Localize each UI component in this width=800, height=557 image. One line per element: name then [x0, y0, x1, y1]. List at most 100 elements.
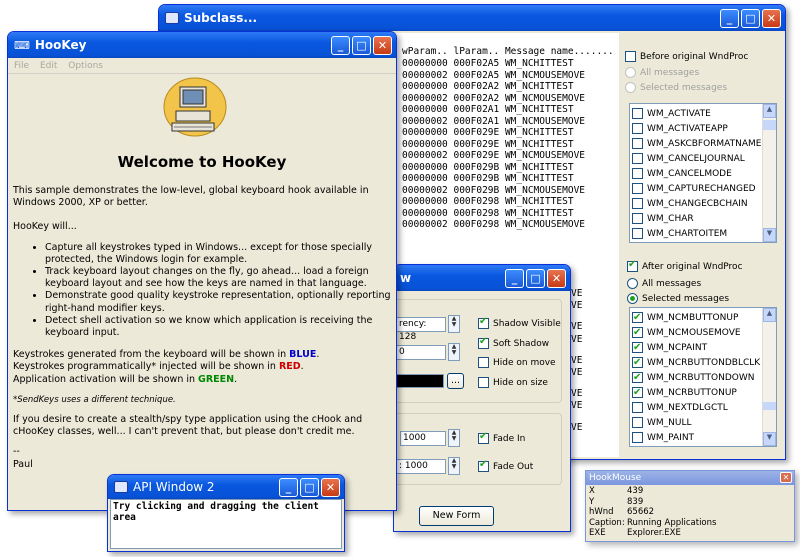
hide-on-move-checkbox[interactable] — [478, 357, 489, 368]
transparency-spinner[interactable]: ▲ ▼ — [448, 315, 460, 333]
blue-word: BLUE — [289, 349, 317, 361]
fade-in-checkbox[interactable] — [478, 431, 489, 444]
message-checkbox[interactable] — [632, 228, 643, 239]
message-list-item[interactable]: WM_NCRBUTTONUP — [630, 385, 776, 401]
scroll-up-arrow[interactable]: ▲ — [763, 104, 776, 118]
fade-out-field[interactable]: : 1000 — [396, 459, 446, 474]
color-swatch[interactable] — [396, 374, 444, 388]
message-checkbox[interactable] — [632, 340, 643, 355]
message-checkbox[interactable] — [632, 198, 643, 209]
message-checkbox[interactable] — [632, 370, 643, 385]
after-message-list[interactable]: WM_NCMBUTTONUP WM_NCMOUSEMOVE WM_NCPAINT WM… — [629, 307, 777, 447]
message-checkbox[interactable] — [632, 417, 643, 428]
log-row: 00000000 000F029B WM_NCHITTEST — [402, 173, 574, 184]
after-selected-radio[interactable] — [627, 292, 638, 304]
message-list-item[interactable]: WM_CHILDACTIVATE — [630, 242, 776, 243]
after-wndproc-checkbox[interactable] — [627, 259, 638, 272]
scroll-down-arrow[interactable]: ▼ — [763, 432, 776, 446]
minimize-button[interactable]: _ — [331, 35, 350, 55]
new-form-button[interactable]: New Form — [419, 506, 494, 526]
fade-out-spinner[interactable]: ▲ ▼ — [448, 457, 460, 475]
message-list-item[interactable]: WM_NCMOUSEMOVE — [630, 325, 776, 341]
message-list-item[interactable]: WM_PAINT — [630, 431, 776, 446]
close-button[interactable]: ✕ — [547, 268, 566, 288]
subclass-titlebar[interactable]: Subclass... _ □ ✕ — [159, 5, 785, 31]
message-list-item[interactable]: WM_CHAR — [630, 212, 776, 227]
message-list-item[interactable]: WM_ACTIVATEAPP — [630, 122, 776, 137]
after-wndproc-panel: After original WndProc All messages Sele… — [627, 259, 783, 306]
hide-on-size-label: Hide on size — [493, 378, 548, 388]
message-list-item[interactable]: WM_CHARTOITEM — [630, 227, 776, 242]
scroll-down-arrow[interactable]: ▼ — [763, 228, 776, 242]
message-list-item[interactable]: WM_ASKCBFORMATNAME — [630, 137, 776, 152]
maximize-button[interactable]: □ — [300, 477, 319, 497]
after-all-radio[interactable] — [627, 277, 638, 289]
message-list-item[interactable]: WM_CHANGECBCHAIN — [630, 197, 776, 212]
message-list-item[interactable]: WM_PAINTCLIPBOARD — [630, 446, 776, 447]
fade-in-field[interactable]: 1000 — [400, 431, 446, 446]
close-button[interactable]: ✕ — [762, 8, 781, 28]
second-spinner[interactable]: ▲ ▼ — [448, 343, 460, 361]
before-list-scrollbar[interactable]: ▲ ▼ — [762, 104, 776, 242]
message-label: WM_NEXTDLGCTL — [647, 403, 728, 413]
fade-out-checkbox[interactable] — [478, 459, 489, 472]
api-window-titlebar[interactable]: API Window 2 _ □ ✕ — [108, 475, 344, 499]
before-selected-radio[interactable] — [625, 81, 636, 93]
message-list-item[interactable]: WM_ACTIVATE — [630, 107, 776, 122]
message-list-item[interactable]: WM_NCPAINT — [630, 340, 776, 356]
message-list-item[interactable]: WM_NCMBUTTONUP — [630, 310, 776, 326]
maximize-button[interactable]: □ — [352, 35, 371, 55]
fade-in-spinner[interactable]: ▲ ▼ — [448, 429, 460, 447]
message-list-item[interactable]: WM_CANCELMODE — [630, 167, 776, 182]
message-list-item[interactable]: WM_NULL — [630, 416, 776, 431]
before-all-label: All messages — [640, 68, 700, 78]
message-checkbox[interactable] — [632, 310, 643, 325]
close-button[interactable]: ✕ — [321, 477, 340, 497]
message-list-item[interactable]: WM_CANCELJOURNAL — [630, 152, 776, 167]
message-checkbox[interactable] — [632, 138, 643, 149]
window-app-icon — [165, 12, 179, 24]
soft-shadow-label: Soft Shadow — [493, 339, 550, 349]
maximize-button[interactable]: □ — [526, 268, 545, 288]
close-button[interactable]: ✕ — [373, 35, 392, 55]
message-list-item[interactable]: WM_NCRBUTTONDOWN — [630, 370, 776, 386]
soft-shadow-checkbox[interactable] — [478, 336, 489, 349]
hookmouse-titlebar[interactable]: HookMouse ✕ — [586, 471, 794, 485]
hide-on-size-checkbox[interactable] — [478, 377, 489, 388]
message-checkbox[interactable] — [632, 432, 643, 443]
message-list-item[interactable]: WM_NCRBUTTONDBLCLK — [630, 355, 776, 371]
scroll-up-arrow[interactable]: ▲ — [763, 308, 776, 322]
menu-file[interactable]: File — [14, 61, 29, 71]
message-checkbox[interactable] — [632, 213, 643, 224]
after-list-scrollbar[interactable]: ▲ ▼ — [762, 308, 776, 446]
message-checkbox[interactable] — [632, 108, 643, 119]
close-button[interactable]: ✕ — [780, 472, 792, 483]
second-field[interactable]: 0 — [396, 345, 446, 360]
hookey-titlebar[interactable]: ⌨ HooKey _ □ ✕ — [8, 32, 396, 58]
menu-edit[interactable]: Edit — [40, 61, 57, 71]
message-checkbox[interactable] — [632, 325, 643, 340]
browse-button[interactable]: ... — [447, 373, 464, 389]
message-list-item[interactable]: WM_NEXTDLGCTL — [630, 401, 776, 416]
hookmouse-value: 839 — [627, 496, 644, 507]
transparency-field[interactable]: rency: 128 — [396, 317, 446, 342]
message-checkbox[interactable] — [632, 385, 643, 400]
message-checkbox[interactable] — [632, 123, 643, 134]
before-wndproc-checkbox[interactable] — [625, 50, 636, 62]
before-message-list[interactable]: WM_ACTIVATE WM_ACTIVATEAPP WM_ASKCBFORMATN… — [629, 103, 777, 243]
minimize-button[interactable]: _ — [505, 268, 524, 288]
menu-options[interactable]: Options — [68, 61, 103, 71]
message-checkbox[interactable] — [632, 402, 643, 413]
settings-titlebar[interactable]: w _ □ ✕ — [394, 265, 570, 291]
before-all-radio[interactable] — [625, 66, 636, 78]
shadow-visible-checkbox[interactable] — [478, 316, 489, 329]
message-list-item[interactable]: WM_CAPTURECHANGED — [630, 182, 776, 197]
message-checkbox[interactable] — [632, 355, 643, 370]
api-client-area[interactable]: Try clicking and dragging the client are… — [110, 499, 342, 549]
message-checkbox[interactable] — [632, 153, 643, 164]
minimize-button[interactable]: _ — [720, 8, 739, 28]
message-checkbox[interactable] — [632, 183, 643, 194]
maximize-button[interactable]: □ — [741, 8, 760, 28]
message-checkbox[interactable] — [632, 168, 643, 179]
minimize-button[interactable]: _ — [279, 477, 298, 497]
